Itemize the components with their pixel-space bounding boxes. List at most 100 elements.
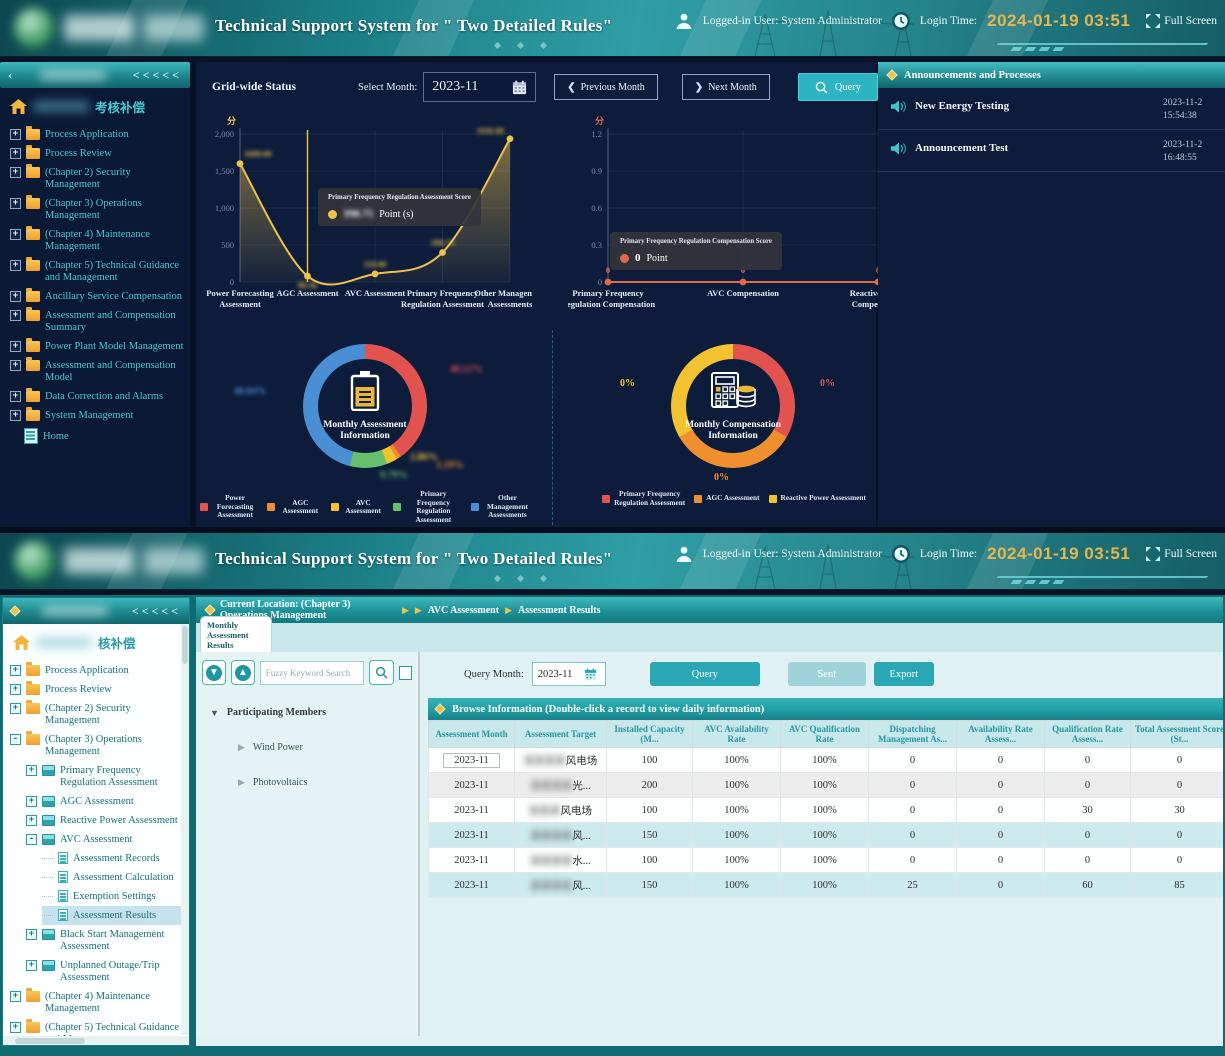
table-cell[interactable]: 0 [869, 773, 957, 798]
cell-assessment-month[interactable]: 2023-11 [429, 798, 515, 823]
table-cell[interactable]: 100% [781, 748, 869, 773]
table-cell[interactable]: 100% [781, 873, 869, 898]
table-cell[interactable]: 0 [869, 798, 957, 823]
tree-item[interactable]: +(Chapter 3) Operations Management [10, 194, 186, 225]
table-cell[interactable]: 0 [957, 823, 1045, 848]
table-cell[interactable]: 0 [1045, 848, 1131, 873]
expand-plus-icon[interactable]: + [10, 360, 21, 371]
expand-plus-icon[interactable]: + [10, 391, 21, 402]
cell-assessment-target[interactable]: 某某某某水... [515, 848, 607, 873]
month-input[interactable] [432, 79, 512, 95]
cell-assessment-month[interactable]: 2023-11 [429, 773, 515, 798]
table-cell[interactable]: 0 [869, 748, 957, 773]
expand-plus-icon[interactable]: + [10, 148, 21, 159]
calendar-icon[interactable] [584, 668, 597, 681]
table-row[interactable]: 2023-11某某某某光...200100%100%0000 [429, 773, 1224, 798]
expand-plus-icon[interactable]: + [10, 703, 21, 714]
tree-item[interactable]: Exemption Settings [42, 887, 185, 906]
tree-item[interactable]: +Assessment and Compensation Summary [10, 306, 186, 337]
breadcrumb-avc-assessment[interactable]: AVC Assessment [428, 605, 499, 616]
column-header[interactable]: AVC Availability Rate [693, 721, 781, 748]
tree-item[interactable]: +Assessment and Compensation Model [10, 356, 186, 387]
sidebar-collapse-bar[interactable]: ‹ <<<<< [0, 62, 190, 88]
expand-plus-icon[interactable]: + [26, 815, 37, 826]
table-cell[interactable]: 100 [607, 848, 693, 873]
table-cell[interactable]: 0 [957, 798, 1045, 823]
expand-plus-icon[interactable]: + [10, 410, 21, 421]
table-cell[interactable]: 100% [693, 823, 781, 848]
previous-month-button[interactable]: ❮ Previous Month [554, 74, 658, 100]
tree-item[interactable]: +Power Plant Model Management [10, 337, 186, 356]
tree-item[interactable]: +Process Review [10, 680, 185, 699]
expand-plus-icon[interactable]: + [10, 167, 21, 178]
table-cell[interactable]: 200 [607, 773, 693, 798]
table-cell[interactable]: 60 [1045, 873, 1131, 898]
compensation-donut-chart[interactable]: Monthly Compensation Information0%0%0% [568, 330, 900, 482]
tree-root[interactable]: 考核补偿 [0, 88, 190, 123]
sidebar-collapse-bar[interactable]: <<<<< [3, 598, 189, 624]
tree-item-home[interactable]: Home [24, 425, 186, 447]
query-button[interactable]: Query [798, 73, 878, 101]
month-picker[interactable] [423, 72, 536, 102]
tree-item[interactable]: -(Chapter 3) Operations Management [10, 730, 185, 761]
table-cell[interactable]: 0 [1045, 823, 1131, 848]
tree-item[interactable]: Assessment Calculation [42, 868, 185, 887]
table-cell[interactable]: 0 [1045, 748, 1131, 773]
announcement-item[interactable]: New Energy Testing2023-11-215:54:38 [878, 88, 1225, 130]
table-cell[interactable]: 0 [869, 848, 957, 873]
table-query-button[interactable]: Query [650, 662, 760, 686]
column-header[interactable]: Dispatching Management As... [869, 721, 957, 748]
cell-assessment-target[interactable]: 某某某某光... [515, 773, 607, 798]
table-row[interactable]: 2023-11某某某风电场100100%100%003030 [429, 798, 1224, 823]
table-row[interactable]: 2023-11某某某某风...150100%100%2506085 [429, 873, 1224, 898]
tree-item[interactable]: +Process Application [10, 661, 185, 680]
expand-plus-icon[interactable]: + [10, 310, 21, 321]
tree-item-selected[interactable]: Assessment Results [42, 906, 185, 925]
fullscreen-button[interactable]: Full Screen [1144, 545, 1217, 563]
table-cell[interactable]: 100% [781, 773, 869, 798]
tree-item[interactable]: +(Chapter 4) Maintenance Management [10, 225, 186, 256]
next-month-button[interactable]: ❯ Next Month [682, 74, 770, 100]
collapse-minus-icon[interactable]: - [10, 734, 21, 745]
expand-plus-icon[interactable]: + [26, 929, 37, 940]
table-cell[interactable]: 0 [957, 848, 1045, 873]
column-header[interactable]: Assessment Target [515, 721, 607, 748]
table-cell[interactable]: 100 [607, 798, 693, 823]
table-cell[interactable]: 100% [693, 848, 781, 873]
compensation-line-chart[interactable]: 00.30.60.91.2分000Primary FrequencyRegula… [568, 112, 900, 324]
column-header[interactable]: Installed Capacity (M... [607, 721, 693, 748]
collapse-all-button[interactable]: ▼ [202, 660, 226, 685]
table-cell[interactable]: 100% [693, 748, 781, 773]
tree-item[interactable]: +Black Start Management Assessment [26, 925, 185, 956]
tree-item[interactable]: +System Management [10, 406, 186, 425]
column-header[interactable]: Availability Rate Assess... [957, 721, 1045, 748]
tree-item[interactable]: +Unplanned Outage/Trip Assessment [26, 956, 185, 987]
table-row[interactable]: 2023-11某某某某风...150100%100%0000 [429, 823, 1224, 848]
collapse-arrows[interactable]: <<<<< [133, 68, 182, 83]
expand-plus-icon[interactable]: + [10, 665, 21, 676]
fullscreen-button[interactable]: Full Screen [1144, 12, 1217, 30]
query-month-input[interactable] [538, 669, 584, 680]
table-cell[interactable]: 0 [1045, 773, 1131, 798]
table-cell[interactable]: 100% [781, 848, 869, 873]
table-cell[interactable]: 150 [607, 823, 693, 848]
sent-button[interactable]: Sent [788, 662, 866, 686]
expand-plus-icon[interactable]: + [10, 198, 21, 209]
table-row[interactable]: 2023-11某某某某水...100100%100%0000 [429, 848, 1224, 873]
cell-assessment-target[interactable]: 某某某某风电场 [515, 748, 607, 773]
expand-plus-icon[interactable]: + [10, 129, 21, 140]
tree-item[interactable]: Assessment Records [42, 849, 185, 868]
cell-assessment-month[interactable]: 2023-11 [429, 748, 515, 773]
breadcrumb-assessment-results[interactable]: Assessment Results [518, 605, 601, 616]
member-item-photovoltaics[interactable]: ▶Photovoltaics [238, 777, 412, 788]
expand-plus-icon[interactable]: + [10, 291, 21, 302]
tree-item[interactable]: +Process Application [10, 125, 186, 144]
tree-item[interactable]: +AGC Assessment [26, 792, 185, 811]
sidebar-horizontal-scrollbar[interactable] [3, 1036, 190, 1045]
table-cell[interactable]: 0 [1131, 848, 1224, 873]
sidebar-vertical-scrollbar[interactable] [181, 624, 189, 1035]
table-cell[interactable]: 100% [781, 823, 869, 848]
member-item-wind-power[interactable]: ▶Wind Power [238, 742, 412, 753]
tree-item[interactable]: +(Chapter 4) Maintenance Management [10, 987, 185, 1018]
member-search-button[interactable] [369, 660, 394, 685]
